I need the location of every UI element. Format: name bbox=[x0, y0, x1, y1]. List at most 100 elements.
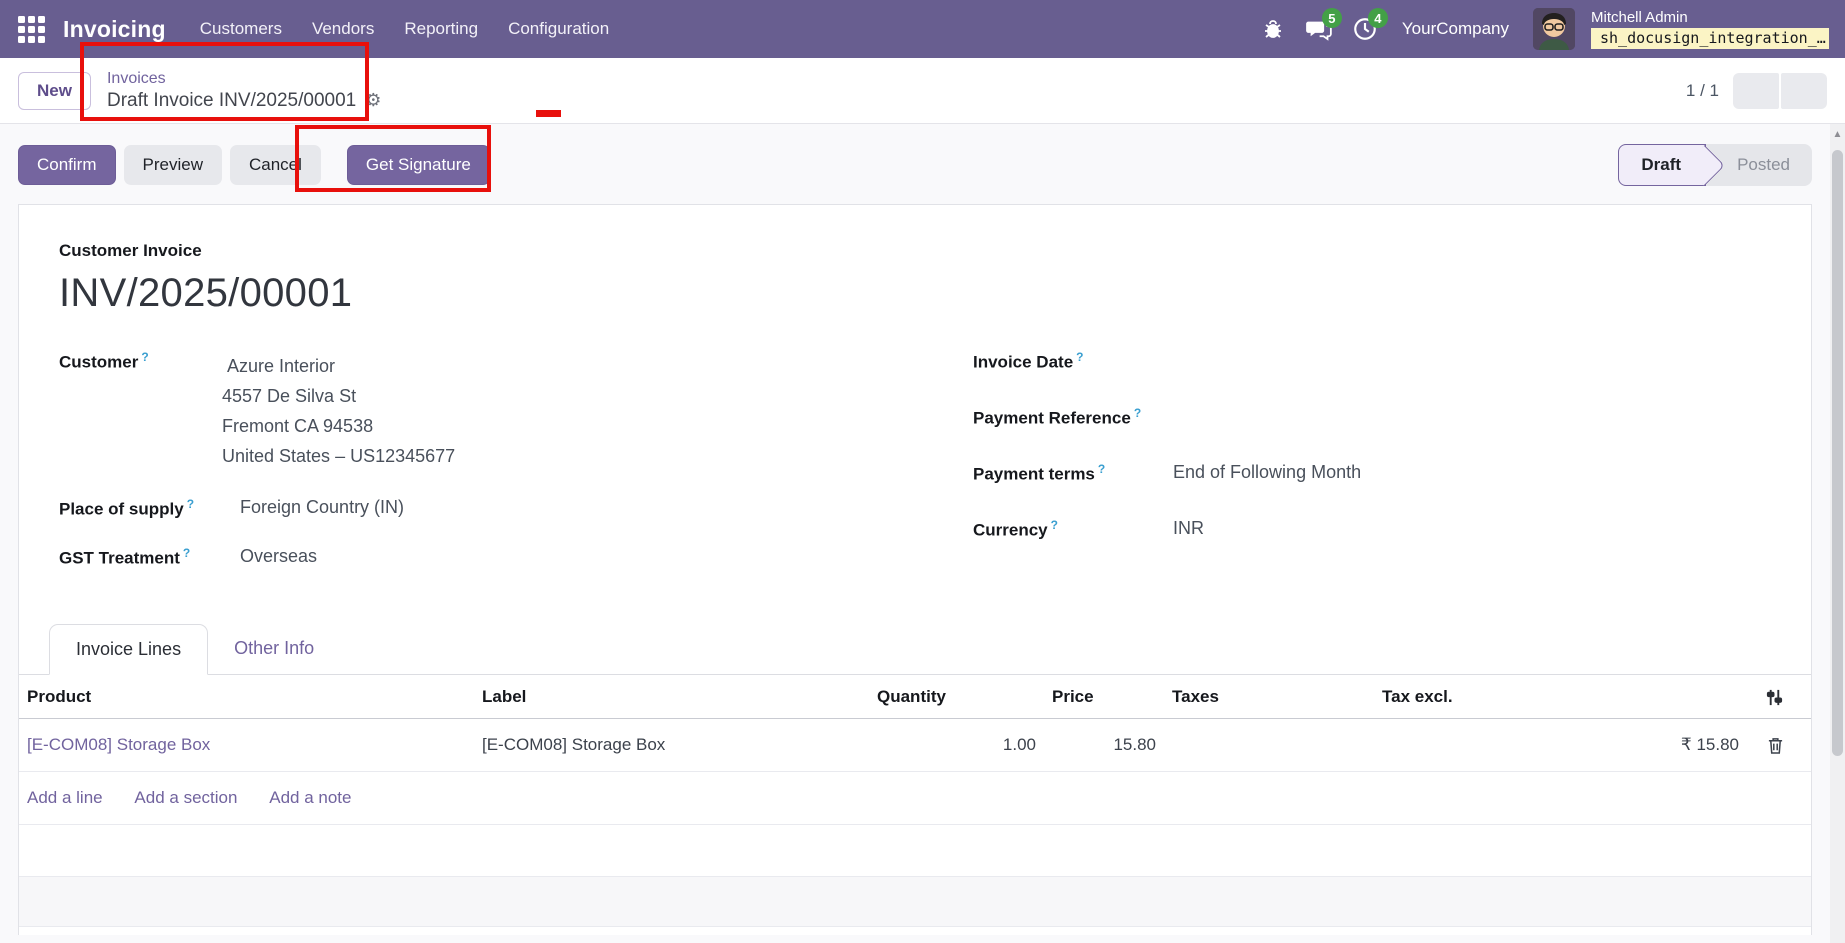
bug-icon bbox=[1264, 20, 1281, 38]
database-chip[interactable]: sh_docusign_integration_… bbox=[1591, 27, 1829, 50]
activities-button[interactable]: 4 bbox=[1346, 8, 1388, 48]
add-line-row: Add a line Add a section Add a note bbox=[19, 771, 1811, 826]
status-widget: Draft Posted bbox=[1618, 144, 1812, 186]
customer-label: Customer bbox=[59, 352, 139, 372]
field-payment-reference: Payment Reference? bbox=[973, 406, 1693, 439]
field-currency: Currency? INR bbox=[973, 518, 1693, 551]
add-a-section-link[interactable]: Add a section bbox=[134, 788, 237, 807]
company-switcher[interactable]: YourCompany bbox=[1402, 19, 1509, 39]
currency-value[interactable]: INR bbox=[1173, 518, 1204, 551]
gear-icon[interactable]: ⚙ bbox=[365, 89, 381, 112]
help-icon: ? bbox=[1076, 350, 1084, 364]
help-icon: ? bbox=[1097, 462, 1106, 476]
line-taxes[interactable] bbox=[1164, 718, 1374, 773]
invoice-lines-table: Product Label Quantity Price Taxes Tax e… bbox=[19, 675, 1811, 928]
control-panel: New Invoices Draft Invoice INV/2025/0000… bbox=[0, 58, 1845, 124]
messages-button[interactable]: 5 bbox=[1300, 8, 1342, 48]
header-tax-excl[interactable]: Tax excl. bbox=[1374, 675, 1747, 720]
tab-bar: Invoice Lines Other Info bbox=[19, 624, 1811, 676]
header-taxes[interactable]: Taxes bbox=[1164, 675, 1374, 720]
avatar-image bbox=[1533, 8, 1575, 50]
add-a-note-link[interactable]: Add a note bbox=[269, 788, 351, 807]
menu-configuration[interactable]: Configuration bbox=[508, 19, 609, 39]
customer-value[interactable]: Azure Interior 4557 De Silva St Fremont … bbox=[222, 351, 455, 471]
breadcrumb: Invoices Draft Invoice INV/2025/00001 ⚙ bbox=[107, 69, 381, 113]
invoice-date-label: Invoice Date bbox=[973, 352, 1074, 372]
left-field-column: Customer? Azure Interior 4557 De Silva S… bbox=[59, 350, 929, 582]
field-invoice-date: Invoice Date? bbox=[973, 350, 1693, 383]
line-price[interactable]: 15.80 bbox=[1044, 718, 1164, 773]
breadcrumb-invoices-link[interactable]: Invoices bbox=[107, 69, 381, 89]
payment-terms-label: Payment terms bbox=[973, 464, 1095, 484]
menu-customers[interactable]: Customers bbox=[200, 19, 282, 39]
breadcrumb-current: Draft Invoice INV/2025/00001 bbox=[106, 89, 357, 111]
scrollbar-thumb[interactable] bbox=[1832, 150, 1843, 756]
sheet-footer: Terms and Conditions Total: ₹ 15.80 bbox=[19, 927, 1811, 935]
line-quantity[interactable]: 1.00 bbox=[869, 718, 1044, 773]
invoice-line-row[interactable]: [E-COM08] Storage Box [E-COM08] Storage … bbox=[19, 718, 1811, 773]
notebook: Invoice Lines Other Info Product Label Q… bbox=[19, 624, 1811, 928]
tab-invoice-lines[interactable]: Invoice Lines bbox=[49, 624, 209, 676]
user-avatar[interactable] bbox=[1533, 8, 1575, 50]
database-name: sh_docusign_integration_… bbox=[1600, 28, 1826, 47]
help-icon: ? bbox=[141, 350, 149, 364]
currency-label: Currency bbox=[973, 520, 1048, 540]
apps-grid-icon[interactable] bbox=[18, 15, 45, 43]
menu-reporting[interactable]: Reporting bbox=[404, 19, 478, 39]
place-of-supply-value[interactable]: Foreign Country (IN) bbox=[240, 497, 404, 520]
scroll-up-arrow-icon[interactable]: ▲ bbox=[1830, 124, 1845, 140]
menu-vendors[interactable]: Vendors bbox=[312, 19, 374, 39]
status-posted[interactable]: Posted bbox=[1719, 155, 1812, 175]
activities-count-badge: 4 bbox=[1367, 8, 1388, 28]
app-name[interactable]: Invoicing bbox=[63, 16, 166, 43]
field-customer: Customer? Azure Interior 4557 De Silva S… bbox=[59, 350, 929, 471]
optional-columns-icon[interactable] bbox=[1765, 688, 1784, 707]
help-icon: ? bbox=[1050, 518, 1058, 532]
field-place-of-supply: Place of supply? Foreign Country (IN) bbox=[59, 497, 929, 520]
vertical-scrollbar[interactable]: ▲ bbox=[1830, 124, 1845, 943]
help-icon: ? bbox=[1133, 406, 1142, 420]
form-view: Confirm Preview Cancel Get Signature Dra… bbox=[0, 124, 1830, 943]
top-nav-bar: Invoicing Customers Vendors Reporting Co… bbox=[0, 0, 1845, 58]
header-label[interactable]: Label bbox=[474, 675, 869, 720]
get-signature-button[interactable]: Get Signature bbox=[346, 145, 490, 185]
confirm-button[interactable]: Confirm bbox=[18, 145, 116, 185]
invoice-number[interactable]: INV/2025/00001 bbox=[59, 271, 1775, 316]
field-gst-treatment: GST Treatment? Overseas bbox=[59, 546, 929, 569]
customer-address-line: 4557 De Silva St bbox=[222, 386, 357, 406]
form-statusbar: Confirm Preview Cancel Get Signature Dra… bbox=[0, 124, 1830, 204]
right-field-column: Invoice Date? Payment Reference? Payment… bbox=[973, 350, 1693, 582]
delete-line-icon[interactable] bbox=[1767, 736, 1784, 755]
customer-address-line: United States – US12345677 bbox=[222, 446, 456, 466]
line-subtotal: ₹ 15.80 bbox=[1374, 718, 1747, 773]
field-payment-terms: Payment terms? End of Following Month bbox=[973, 462, 1693, 495]
customer-address-line: Fremont CA 94538 bbox=[222, 416, 374, 436]
customer-name[interactable]: Azure Interior bbox=[227, 351, 455, 381]
invoicing-app-screen: Invoicing Customers Vendors Reporting Co… bbox=[0, 0, 1845, 943]
header-quantity[interactable]: Quantity bbox=[869, 675, 1044, 720]
debug-bug-icon[interactable] bbox=[1254, 10, 1292, 48]
preview-button[interactable]: Preview bbox=[123, 145, 222, 185]
help-icon: ? bbox=[182, 545, 191, 560]
new-button[interactable]: New bbox=[18, 71, 91, 110]
table-header-row: Product Label Quantity Price Taxes Tax e… bbox=[19, 675, 1811, 720]
payment-reference-label: Payment Reference bbox=[973, 408, 1131, 428]
tab-other-info[interactable]: Other Info bbox=[208, 624, 340, 674]
gst-treatment-value[interactable]: Overseas bbox=[240, 546, 317, 569]
empty-row bbox=[19, 876, 1811, 928]
pager-next-button[interactable] bbox=[1781, 72, 1827, 109]
empty-row bbox=[19, 824, 1811, 878]
pager-previous-button[interactable] bbox=[1733, 72, 1779, 109]
line-label[interactable]: [E-COM08] Storage Box bbox=[474, 718, 869, 773]
gst-treatment-label: GST Treatment bbox=[59, 548, 180, 568]
document-type-label: Customer Invoice bbox=[59, 241, 202, 260]
user-name[interactable]: Mitchell Admin bbox=[1591, 9, 1829, 28]
header-product[interactable]: Product bbox=[19, 675, 474, 720]
header-price[interactable]: Price bbox=[1044, 675, 1164, 720]
add-a-line-link[interactable]: Add a line bbox=[27, 788, 103, 807]
payment-terms-value[interactable]: End of Following Month bbox=[1173, 462, 1361, 495]
form-sheet: Customer Invoice INV/2025/00001 Customer… bbox=[18, 204, 1812, 935]
cancel-button[interactable]: Cancel bbox=[229, 145, 321, 185]
place-of-supply-label: Place of supply bbox=[59, 499, 184, 519]
product-link[interactable]: [E-COM08] Storage Box bbox=[27, 735, 210, 754]
